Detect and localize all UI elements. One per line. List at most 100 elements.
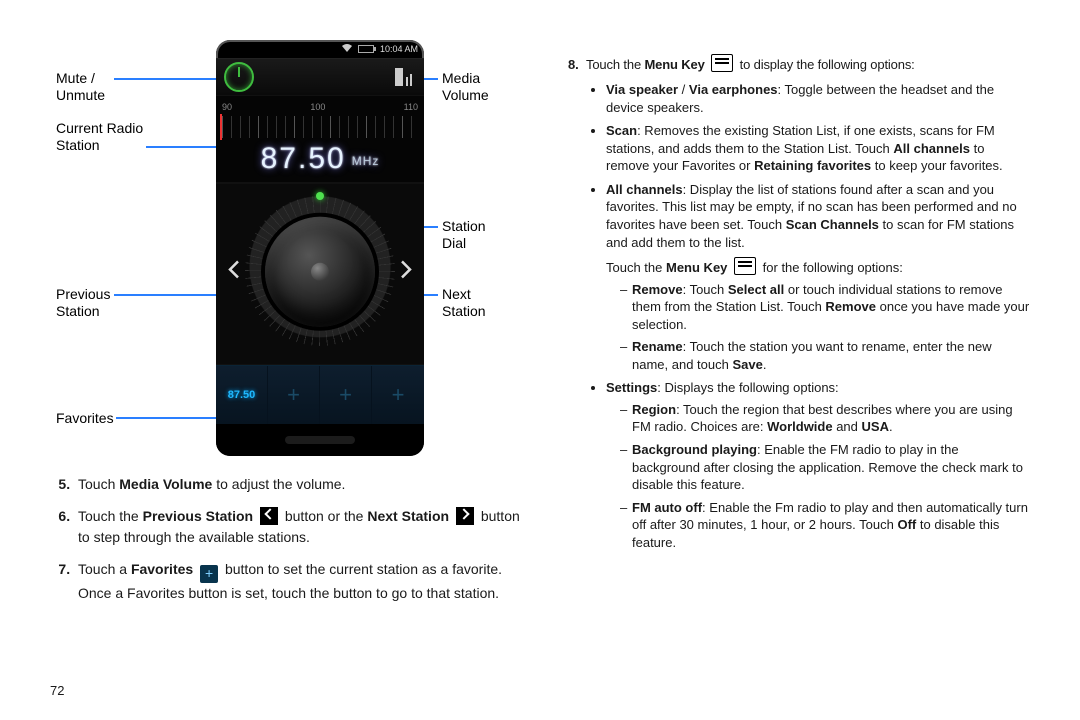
callout-label: Mute / <box>56 70 95 87</box>
text-bold: Media Volume <box>119 476 212 492</box>
callout-label: Current Radio <box>56 120 143 137</box>
text: and <box>833 419 862 434</box>
favorite-slot-4[interactable]: + <box>372 366 424 424</box>
left-step-list: Touch Media Volume to adjust the volume.… <box>50 474 522 605</box>
fm-scale: 90 100 110 87.50MHz <box>216 96 424 183</box>
prev-chevron-icon <box>260 507 278 525</box>
callout-next-station: Next Station <box>442 286 486 320</box>
wifi-icon <box>342 44 352 54</box>
text-bold: Save <box>732 357 762 372</box>
battery-icon <box>358 45 374 53</box>
speaker-volume-icon[interactable] <box>395 68 416 86</box>
tuning-knob[interactable] <box>265 217 375 327</box>
figure-canvas: Mute / Unmute Current Radio Station Prev… <box>56 40 516 460</box>
callout-label: Previous <box>56 286 110 303</box>
annotated-figure: Mute / Unmute Current Radio Station Prev… <box>50 40 522 460</box>
preset-label: 87.50 <box>223 386 261 404</box>
text: : Touch the station you want to rename, … <box>632 339 992 372</box>
callout-label: Station <box>442 218 486 235</box>
subopt-region: Region: Touch the region that best descr… <box>620 401 1030 436</box>
callout-label: Unmute <box>56 87 105 104</box>
text: Touch the <box>586 57 645 72</box>
callout-previous-station: Previous Station <box>56 286 110 320</box>
favorite-slot-1[interactable]: 87.50 <box>216 366 268 424</box>
text-bold: Rename <box>632 339 683 354</box>
text: to display the following options: <box>740 57 915 72</box>
subopt-remove: Remove: Touch Select all or touch indivi… <box>620 281 1030 334</box>
right-column: Touch the Menu Key to display the follow… <box>558 40 1030 690</box>
opt-all-channels: All channels: Display the list of statio… <box>606 181 1030 373</box>
text: Touch <box>78 476 119 492</box>
left-column: Mute / Unmute Current Radio Station Prev… <box>50 40 522 690</box>
callout-favorites: Favorites <box>56 410 114 427</box>
callout-label: Favorites <box>56 410 114 427</box>
home-pill-icon <box>285 436 355 444</box>
text-bold: USA <box>862 419 889 434</box>
scale-needle <box>220 114 222 140</box>
callout-label: Volume <box>442 87 489 104</box>
text: to adjust the volume. <box>212 476 345 492</box>
phone-mock: 10:04 AM 90 100 110 <box>216 40 424 456</box>
mhz-label: MHz <box>346 154 380 168</box>
text-bold: Off <box>897 517 916 532</box>
callout-label: Station <box>56 137 100 154</box>
opt-settings: Settings: Displays the following options… <box>606 379 1030 551</box>
fm-topbar <box>216 58 424 96</box>
text: Touch the <box>606 260 666 275</box>
text: . <box>763 357 767 372</box>
text-bold: All channels <box>606 182 683 197</box>
mark: 90 <box>222 102 232 112</box>
favorite-slot-3[interactable]: + <box>320 366 372 424</box>
favorite-plus-icon: + <box>200 565 218 583</box>
text-bold: FM auto off <box>632 500 702 515</box>
step-8: Touch the Menu Key to display the follow… <box>582 54 1030 551</box>
callout-media-volume: Media Volume <box>442 70 489 104</box>
text-bold: Menu Key <box>645 57 705 72</box>
leader-line <box>114 294 232 296</box>
text-bold: Select all <box>728 282 784 297</box>
step-6: Touch the Previous Station button or the… <box>74 506 522 549</box>
text: Touch a <box>78 561 131 577</box>
status-bar: 10:04 AM <box>216 40 424 58</box>
plus-icon: + <box>392 382 405 408</box>
text: : Touch <box>683 282 728 297</box>
text-bold: Favorites <box>131 561 193 577</box>
text: to keep your favorites. <box>871 158 1003 173</box>
options-list: Via speaker / Via earphones: Toggle betw… <box>586 81 1030 551</box>
callout-label: Station <box>56 303 100 320</box>
callout-current-station: Current Radio Station <box>56 120 143 154</box>
callout-mute-unmute: Mute / Unmute <box>56 70 105 104</box>
callout-label: Next <box>442 286 471 303</box>
text-bold: Scan Channels <box>786 217 879 232</box>
mark: 100 <box>310 102 325 112</box>
callout-station-dial: Station Dial <box>442 218 486 252</box>
text: button or the <box>285 508 368 524</box>
scale-marks: 90 100 110 <box>222 102 418 112</box>
next-station-button[interactable] <box>398 259 414 285</box>
text-bold: Previous Station <box>143 508 253 524</box>
prev-station-button[interactable] <box>226 259 242 285</box>
step-7: Touch a Favorites + button to set the cu… <box>74 559 522 605</box>
softkey-bar <box>216 424 424 456</box>
right-step-list: Touch the Menu Key to display the follow… <box>558 54 1030 551</box>
tuning-led-icon <box>316 192 324 200</box>
menu-key-icon <box>734 257 756 275</box>
sub-options: Region: Touch the region that best descr… <box>606 401 1030 551</box>
text-bold: Next Station <box>367 508 449 524</box>
callout-label: Dial <box>442 235 466 252</box>
favorite-slot-2[interactable]: + <box>268 366 320 424</box>
mark: 110 <box>404 102 418 112</box>
subopt-fm-auto-off: FM auto off: Enable the Fm radio to play… <box>620 499 1030 552</box>
power-icon[interactable] <box>224 62 254 92</box>
page-number: 72 <box>50 683 64 698</box>
plus-icon: + <box>287 382 300 408</box>
text: / <box>678 82 689 97</box>
text-bold: Via earphones <box>689 82 778 97</box>
text-bold: Background playing <box>632 442 757 457</box>
sub-options: Remove: Touch Select all or touch indivi… <box>606 281 1030 374</box>
callout-label: Media <box>442 70 480 87</box>
text-bold: Settings <box>606 380 657 395</box>
text: : Displays the following options: <box>657 380 838 395</box>
text-bold: All channels <box>893 141 970 156</box>
dial-zone <box>216 183 424 365</box>
